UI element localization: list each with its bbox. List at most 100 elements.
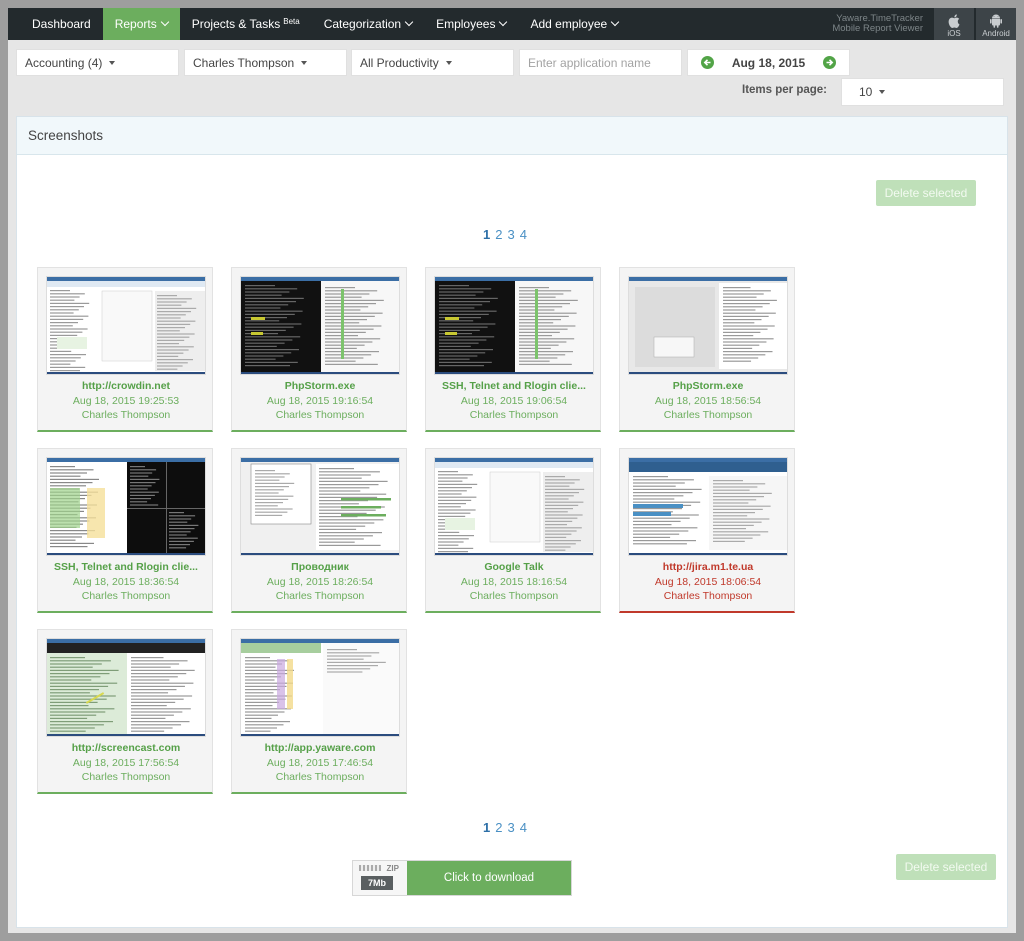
apple-icon bbox=[948, 14, 960, 28]
screenshot-timestamp: Aug 18, 2015 18:06:54 bbox=[654, 576, 762, 588]
screenshot-preview-image bbox=[435, 458, 593, 555]
screenshot-timestamp: Aug 18, 2015 19:16:54 bbox=[266, 395, 374, 407]
zip-download: ZIP 7Mb Click to download bbox=[352, 860, 572, 896]
employee-dropdown[interactable]: Charles Thompson bbox=[184, 49, 347, 76]
screenshot-card[interactable]: SSH, Telnet and Rlogin clie... Aug 18, 2… bbox=[425, 267, 601, 432]
zip-label: ZIP bbox=[386, 864, 399, 873]
nav-add-employee-label: Add employee bbox=[530, 17, 608, 31]
screenshot-thumbnail[interactable] bbox=[46, 638, 206, 737]
screenshot-timestamp: Aug 18, 2015 19:25:53 bbox=[72, 395, 180, 407]
screenshot-user: Charles Thompson bbox=[275, 409, 365, 421]
page-link[interactable]: 4 bbox=[520, 227, 527, 242]
selected-date: Aug 18, 2015 bbox=[731, 55, 806, 70]
delete-selected-button-top[interactable]: Delete selected bbox=[876, 180, 976, 206]
android-label: Android bbox=[982, 29, 1010, 38]
department-dropdown[interactable]: Accounting (4) bbox=[16, 49, 179, 76]
screenshot-card[interactable]: http://app.yaware.com Aug 18, 2015 17:46… bbox=[231, 629, 407, 794]
nav-employees-label: Employees bbox=[436, 17, 496, 31]
screenshot-app-title: SSH, Telnet and Rlogin clie... bbox=[442, 380, 586, 392]
page-link[interactable]: 3 bbox=[507, 227, 514, 242]
panel-title: Screenshots bbox=[28, 128, 104, 143]
screenshot-preview-image bbox=[629, 277, 787, 374]
screenshot-card[interactable]: PhpStorm.exe Aug 18, 2015 18:56:54 Charl… bbox=[619, 267, 795, 432]
zip-size: 7Mb bbox=[361, 876, 393, 890]
chevron-down-icon bbox=[499, 17, 508, 27]
screenshot-thumbnail[interactable] bbox=[434, 457, 594, 556]
screenshot-app-title: http://screencast.com bbox=[71, 742, 181, 754]
screenshot-card[interactable]: Google Talk Aug 18, 2015 18:16:54 Charle… bbox=[425, 448, 601, 613]
screenshot-app-title: SSH, Telnet and Rlogin clie... bbox=[54, 561, 198, 573]
screenshot-thumbnail[interactable] bbox=[434, 276, 594, 375]
screenshot-card[interactable]: http://screencast.com Aug 18, 2015 17:56… bbox=[37, 629, 213, 794]
nav-categorization-label: Categorization bbox=[323, 17, 402, 31]
screenshot-timestamp: Aug 18, 2015 18:36:54 bbox=[72, 576, 180, 588]
chevron-down-icon bbox=[404, 17, 414, 27]
application-filter bbox=[519, 49, 682, 76]
nav-dashboard-label: Dashboard bbox=[32, 17, 91, 31]
screenshot-card[interactable]: SSH, Telnet and Rlogin clie... Aug 18, 2… bbox=[37, 448, 213, 613]
screenshot-app-title: PhpStorm.exe bbox=[672, 380, 744, 392]
pagination-top: 1234 bbox=[483, 227, 527, 242]
page-link[interactable]: 1 bbox=[483, 227, 490, 242]
screenshot-card[interactable]: Проводник Aug 18, 2015 18:26:54 Charles … bbox=[231, 448, 407, 613]
screenshot-thumbnail[interactable] bbox=[628, 276, 788, 375]
productivity-dropdown[interactable]: All Productivity bbox=[351, 49, 514, 76]
screenshot-thumbnail[interactable] bbox=[240, 638, 400, 737]
screenshot-thumbnail[interactable] bbox=[46, 457, 206, 556]
screenshot-timestamp: Aug 18, 2015 18:56:54 bbox=[654, 395, 762, 407]
screenshot-app-title: PhpStorm.exe bbox=[284, 380, 356, 392]
screenshot-thumbnail[interactable] bbox=[240, 457, 400, 556]
page-link[interactable]: 3 bbox=[507, 820, 514, 835]
screenshot-user: Charles Thompson bbox=[81, 771, 171, 783]
screenshot-user: Charles Thompson bbox=[469, 409, 559, 421]
nav-right-group: Yaware.TimeTracker Mobile Report Viewer … bbox=[822, 8, 1016, 40]
nav-reports[interactable]: Reports bbox=[102, 8, 180, 40]
screenshot-timestamp: Aug 18, 2015 19:06:54 bbox=[460, 395, 568, 407]
app-frame: Dashboard Reports Projects & Tasks Beta C… bbox=[8, 8, 1016, 933]
screenshot-timestamp: Aug 18, 2015 17:46:54 bbox=[266, 757, 374, 769]
chevron-down-icon bbox=[610, 17, 620, 27]
date-picker: Aug 18, 2015 bbox=[687, 49, 850, 76]
screenshot-thumbnail[interactable] bbox=[240, 276, 400, 375]
page-link[interactable]: 2 bbox=[495, 227, 502, 242]
productivity-value: All Productivity bbox=[360, 55, 439, 70]
screenshot-card[interactable]: http://jira.m1.te.ua Aug 18, 2015 18:06:… bbox=[619, 448, 795, 613]
zip-archive-icon: ZIP 7Mb bbox=[353, 861, 407, 895]
nav-dashboard[interactable]: Dashboard bbox=[8, 8, 103, 40]
screenshots-panel: Screenshots Delete selected 1234 http://… bbox=[16, 116, 1008, 928]
screenshot-card[interactable]: PhpStorm.exe Aug 18, 2015 19:16:54 Charl… bbox=[231, 267, 407, 432]
top-navbar: Dashboard Reports Projects & Tasks Beta C… bbox=[8, 8, 1016, 40]
nav-projects-tasks[interactable]: Projects & Tasks Beta bbox=[180, 8, 312, 40]
screenshot-card[interactable]: http://crowdin.net Aug 18, 2015 19:25:53… bbox=[37, 267, 213, 432]
caret-down-icon bbox=[301, 60, 308, 65]
download-button[interactable]: Click to download bbox=[407, 861, 571, 895]
page-link[interactable]: 2 bbox=[495, 820, 502, 835]
screenshot-preview-image bbox=[435, 277, 593, 374]
nav-add-employee[interactable]: Add employee bbox=[518, 8, 630, 40]
screenshot-thumbnail[interactable] bbox=[46, 276, 206, 375]
screenshot-thumbnail[interactable] bbox=[628, 457, 788, 556]
screenshot-user: Charles Thompson bbox=[663, 409, 753, 421]
ios-app-button[interactable]: iOS bbox=[934, 8, 974, 40]
page-link[interactable]: 1 bbox=[483, 820, 490, 835]
android-app-button[interactable]: Android bbox=[976, 8, 1016, 40]
items-per-page-dropdown[interactable]: 10 bbox=[841, 78, 1004, 106]
next-day-button[interactable] bbox=[823, 56, 836, 69]
panel-header: Screenshots bbox=[17, 117, 1007, 155]
nav-categorization[interactable]: Categorization bbox=[312, 8, 424, 40]
screenshot-user: Charles Thompson bbox=[663, 590, 753, 602]
application-search-input[interactable] bbox=[528, 55, 678, 70]
nav-projects-label: Projects & Tasks bbox=[191, 17, 281, 31]
prev-day-button[interactable] bbox=[701, 56, 714, 69]
nav-reports-label: Reports bbox=[114, 17, 157, 31]
screenshot-preview-image bbox=[47, 458, 205, 555]
delete-selected-button-bottom[interactable]: Delete selected bbox=[896, 854, 996, 880]
ios-label: iOS bbox=[947, 29, 961, 38]
page-link[interactable]: 4 bbox=[520, 820, 527, 835]
screenshot-timestamp: Aug 18, 2015 17:56:54 bbox=[72, 757, 180, 769]
screenshot-app-title: http://crowdin.net bbox=[81, 380, 171, 392]
items-per-page-label: Items per page: bbox=[742, 84, 827, 96]
arrow-left-icon bbox=[703, 59, 711, 66]
pagination-bottom: 1234 bbox=[483, 820, 527, 835]
nav-employees[interactable]: Employees bbox=[424, 8, 518, 40]
